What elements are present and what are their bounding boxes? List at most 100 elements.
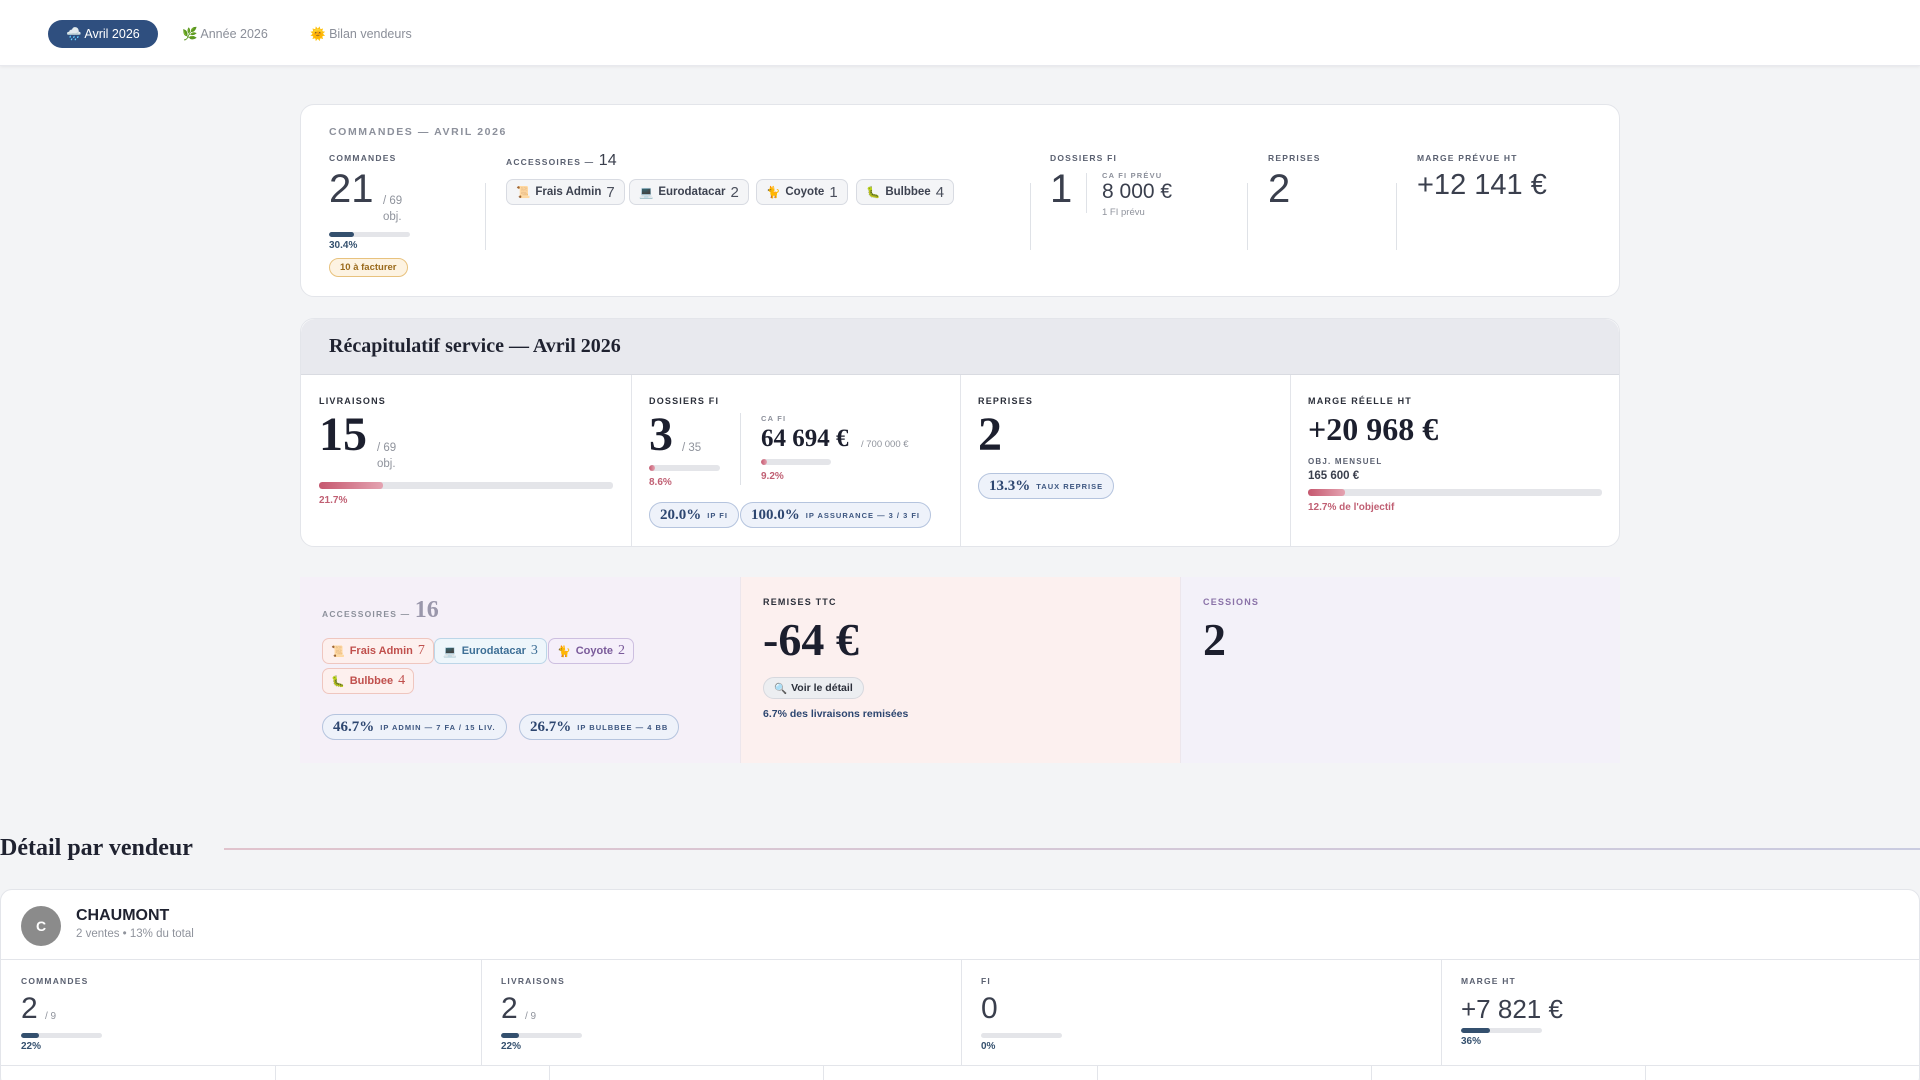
lower-accessory-frais-admin[interactable]: 📜 Frais Admin 7 — [322, 638, 434, 664]
tab-label: Bilan vendeurs — [329, 27, 412, 41]
stat-percent: 22% — [501, 1041, 522, 1052]
service-reprises-label: REPRISES — [978, 396, 1034, 406]
accessory-pill-bulbbee[interactable]: 🐛 Bulbbee 4 — [856, 179, 955, 205]
commandes-obj-word: obj. — [383, 211, 402, 223]
tab-label: Année 2026 — [200, 27, 268, 41]
livraisons-label: LIVRAISONS — [319, 396, 387, 406]
ip-admin-badge: 46.7% IP ADMIN — 7 FA / 15 LIV. — [322, 714, 507, 740]
divider — [1247, 183, 1248, 250]
stat-label: LIVRAISONS — [501, 976, 565, 986]
vendor-stat-livraisons: LIVRAISONS 2 / 9 22% — [481, 960, 961, 1065]
divider — [1086, 173, 1087, 213]
cessions-panel: CESSIONS 2 — [1180, 577, 1620, 763]
ip-fi-badge: 20.0% IP FI — [649, 502, 739, 528]
bug-icon: 🐛 — [866, 187, 881, 199]
marge-prevue-label: MARGE PRÉVUE HT — [1417, 153, 1518, 163]
tab-avril-2026[interactable]: 🌧️ Avril 2026 — [48, 20, 158, 48]
stat-value: 0 — [981, 992, 998, 1025]
service-dossiers-fi-value: 3 — [649, 408, 673, 461]
ca-fi-progress-bar — [761, 459, 831, 465]
bug-icon: 🐛 — [331, 675, 345, 688]
obj-mensuel-label: OBJ. MENSUEL — [1308, 457, 1383, 466]
laptop-icon: 💻 — [443, 645, 457, 658]
a-facturer-badge[interactable]: 10 à facturer — [329, 258, 408, 277]
dossiers-fi-value: 1 — [1050, 167, 1073, 211]
divider — [960, 375, 961, 546]
badge-text: IP ASSURANCE — 3 / 3 FI — [805, 510, 921, 520]
service-recap-header: Récapitulatif service — Avril 2026 — [301, 319, 1619, 375]
divider — [549, 1065, 550, 1080]
divider — [1290, 375, 1291, 546]
accessory-count: 7 — [417, 643, 425, 658]
ca-fi-prevu-value: 8 000 € — [1102, 180, 1173, 203]
commandes-progress-bar — [329, 232, 410, 237]
divider — [1030, 183, 1031, 250]
marge-reelle-label: MARGE RÉELLE HT — [1308, 396, 1413, 406]
service-reprises-value: 2 — [978, 408, 1002, 461]
voir-detail-button[interactable]: 🔍 Voir le détail — [763, 677, 864, 699]
livraisons-obj-word: obj. — [377, 458, 396, 470]
badge-value: 20.0% — [660, 506, 702, 523]
stat-progress-bar — [21, 1033, 102, 1038]
livraisons-objective: / 69 — [377, 442, 397, 454]
lower-accessory-bulbbee[interactable]: 🐛 Bulbbee 4 — [322, 668, 415, 694]
badge-value: 46.7% — [333, 718, 375, 735]
sun-icon: 🌞 — [310, 27, 326, 41]
stat-progress-bar — [981, 1033, 1062, 1038]
accessory-pill-frais-admin[interactable]: 📜 Frais Admin 7 — [506, 179, 625, 205]
cessions-value: 2 — [1203, 614, 1226, 665]
stat-value: +7 821 € — [1461, 994, 1563, 1024]
accessoires-total: 14 — [598, 152, 617, 169]
divider — [823, 1065, 824, 1080]
ca-fi-prevu-label: CA FI PRÉVU — [1102, 171, 1163, 180]
orders-card-title: COMMANDES — AVRIL 2026 — [329, 126, 507, 138]
tab-annee-2026[interactable]: 🌿 Année 2026 — [164, 20, 286, 48]
stat-label: FI — [981, 976, 991, 986]
badge-text: IP ADMIN — 7 FA / 15 LIV. — [380, 722, 496, 732]
accessory-count: 3 — [530, 643, 538, 658]
accessoires-panel: ACCESSOIRES — 16 📜 Frais Admin 7 💻 Eurod… — [300, 577, 740, 763]
laptop-icon: 💻 — [639, 187, 654, 199]
accessory-count: 4 — [935, 183, 945, 201]
rain-cloud-icon: 🌧️ — [66, 27, 82, 41]
accessory-count: 2 — [730, 183, 739, 201]
commandes-objective: / 69 — [383, 195, 403, 207]
stat-value: 2 — [21, 992, 38, 1025]
section-rule — [224, 848, 1920, 850]
vendor-stat-marge: MARGE HT +7 821 € 36% — [1441, 960, 1920, 1065]
lower-accessory-eurodatacar[interactable]: 💻 Eurodatacar 3 — [434, 638, 547, 664]
stat-objective: / 9 — [525, 1011, 537, 1022]
dossiers-fi-progress-bar — [649, 465, 720, 471]
ca-fi-percent: 9.2% — [761, 471, 784, 482]
badge-text: IP BULBBEE — 4 BB — [577, 722, 669, 732]
accessory-count: 7 — [606, 183, 615, 201]
stat-objective: / 9 — [45, 1011, 57, 1022]
avatar: C — [21, 906, 61, 946]
accessoires-label: ACCESSOIRES — — [506, 157, 595, 167]
accessoires-header: ACCESSOIRES — 14 — [506, 152, 617, 170]
accessory-name: Bulbbee — [349, 675, 394, 687]
badge-text: IP FI — [707, 510, 728, 520]
accessory-pill-eurodatacar[interactable]: 💻 Eurodatacar 2 — [629, 179, 749, 205]
stat-progress-bar — [501, 1033, 582, 1038]
dossiers-fi-percent: 8.6% — [649, 477, 672, 488]
stat-percent: 0% — [981, 1041, 996, 1052]
divider — [1097, 1065, 1098, 1080]
divider — [1371, 1065, 1372, 1080]
accessory-name: Bulbbee — [885, 186, 931, 198]
tab-bilan-vendeurs[interactable]: 🌞 Bilan vendeurs — [292, 20, 430, 48]
vendor-section-title: Détail par vendeur — [0, 835, 193, 861]
service-dossiers-fi-label: DOSSIERS FI — [649, 396, 720, 406]
divider — [1396, 183, 1397, 250]
button-label: Voir le détail — [791, 682, 853, 694]
accessory-count: 1 — [829, 183, 838, 201]
dossiers-fi-label: DOSSIERS FI — [1050, 153, 1118, 163]
divider — [740, 413, 741, 485]
accessory-pill-coyote[interactable]: 🐈 Coyote 1 — [756, 179, 848, 205]
tab-label: Avril 2026 — [84, 27, 140, 41]
lower-accessory-coyote[interactable]: 🐈 Coyote 2 — [548, 638, 634, 664]
reprises-label: REPRISES — [1268, 153, 1321, 163]
commandes-percent: 30.4% — [329, 240, 358, 251]
divider — [1645, 1065, 1646, 1080]
top-navigation: 🌧️ Avril 2026 🌿 Année 2026 🌞 Bilan vende… — [0, 0, 1920, 66]
